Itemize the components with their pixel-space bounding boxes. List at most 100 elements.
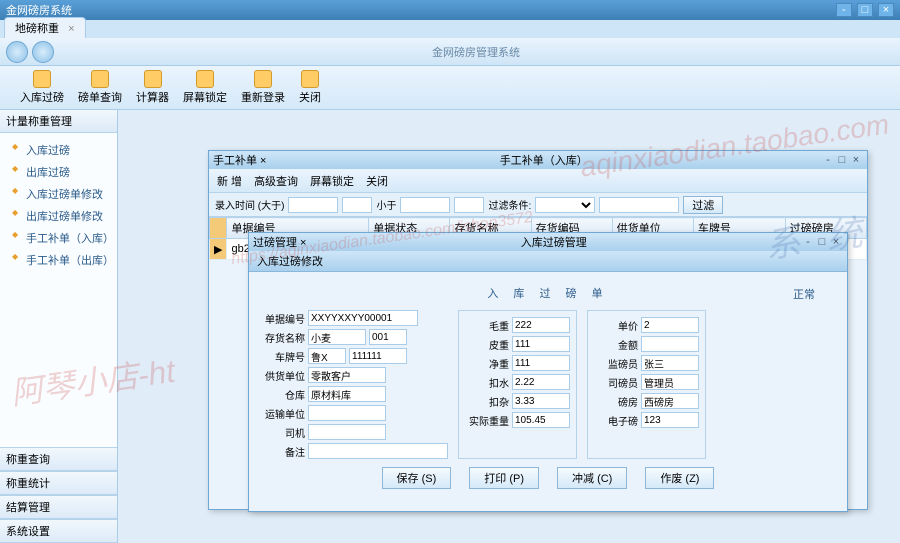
fld-jianbang[interactable] bbox=[641, 355, 699, 371]
form-panel: 入 库 过 磅 单 正常 单据编号 存货名称 车牌号 供货单位 仓库 运输单位 … bbox=[249, 272, 847, 501]
btn-deduct[interactable]: 冲减 (C) bbox=[557, 467, 627, 489]
sidebar-group[interactable]: 结算管理 bbox=[0, 495, 117, 519]
tb-relogin[interactable]: 重新登录 bbox=[241, 70, 285, 105]
tree-node[interactable]: 手工补单（出库） bbox=[4, 249, 113, 271]
btn-close[interactable]: 关闭 bbox=[366, 173, 388, 189]
btn-void[interactable]: 作废 (Z) bbox=[645, 467, 714, 489]
fld-bangfang[interactable] bbox=[641, 393, 699, 409]
lock-icon bbox=[196, 70, 214, 88]
filter-row: 录入时间 (大于) 小于 过滤条件: 过滤 bbox=[209, 193, 867, 217]
tree-node[interactable]: 出库过磅 bbox=[4, 161, 113, 183]
sidebar-group[interactable]: 称重统计 bbox=[0, 471, 117, 495]
fld-shiji[interactable] bbox=[512, 412, 570, 428]
sidebar-group[interactable]: 称重查询 bbox=[0, 447, 117, 471]
tree-node[interactable]: 出库过磅单修改 bbox=[4, 205, 113, 227]
sidebar: 计量称重管理 入库过磅 出库过磅 入库过磅单修改 出库过磅单修改 手工补单（入库… bbox=[0, 110, 118, 543]
btn-advquery[interactable]: 高级查询 bbox=[254, 173, 298, 189]
fld-koushui[interactable] bbox=[512, 374, 570, 390]
relogin-icon bbox=[254, 70, 272, 88]
minimize-icon[interactable]: - bbox=[801, 236, 815, 248]
close-icon[interactable]: × bbox=[878, 3, 894, 17]
fld-siji[interactable] bbox=[308, 424, 386, 440]
nav-bar: 金网磅房管理系统 bbox=[0, 38, 900, 66]
filter-field[interactable] bbox=[535, 197, 595, 213]
btn-lock[interactable]: 屏幕锁定 bbox=[310, 173, 354, 189]
maximize-icon[interactable]: □ bbox=[835, 154, 849, 166]
filter-value[interactable] bbox=[599, 197, 679, 213]
minimize-icon[interactable]: - bbox=[836, 3, 852, 17]
app-title: 金网磅房系统 bbox=[6, 2, 72, 18]
win2-tab: 过磅管理 bbox=[253, 237, 297, 249]
fld-beizhu[interactable] bbox=[308, 443, 448, 459]
tb-close[interactable]: 关闭 bbox=[299, 70, 321, 105]
query-icon bbox=[91, 70, 109, 88]
inbound-icon bbox=[33, 70, 51, 88]
dialog-buttons: 保存 (S) 打印 (P) 冲减 (C) 作废 (Z) bbox=[261, 459, 835, 493]
maximize-icon[interactable]: □ bbox=[815, 236, 829, 248]
time-from[interactable] bbox=[342, 197, 372, 213]
tab-close-icon[interactable]: × bbox=[68, 23, 74, 35]
tb-calculator[interactable]: 计算器 bbox=[136, 70, 169, 105]
win2-title: 入库过磅管理 bbox=[521, 234, 587, 250]
tb-lock[interactable]: 屏幕锁定 bbox=[183, 70, 227, 105]
fld-jingzhong[interactable] bbox=[512, 355, 570, 371]
sidebar-group-active[interactable]: 计量称重管理 bbox=[0, 110, 117, 133]
fld-gonghuo[interactable] bbox=[308, 367, 386, 383]
fld-maozhong[interactable] bbox=[512, 317, 570, 333]
win1-toolbar: 新 增 高级查询 屏幕锁定 关闭 bbox=[209, 169, 867, 193]
row-indicator: ▶ bbox=[210, 239, 227, 260]
btn-save[interactable]: 保存 (S) bbox=[382, 467, 452, 489]
sidebar-group[interactable]: 系统设置 bbox=[0, 519, 117, 543]
fld-pizhong[interactable] bbox=[512, 336, 570, 352]
filter-button[interactable]: 过滤 bbox=[683, 196, 723, 214]
maximize-icon[interactable]: □ bbox=[857, 3, 873, 17]
fld-jine[interactable] bbox=[641, 336, 699, 352]
tree-node[interactable]: 手工补单（入库） bbox=[4, 227, 113, 249]
fld-cangku[interactable] bbox=[308, 386, 386, 402]
app-title-bar: 金网磅房系统 - □ × bbox=[0, 0, 900, 20]
main-tab-strip: 地磅称重 × bbox=[0, 20, 900, 38]
row-selector-header bbox=[210, 218, 227, 239]
fld-yunshu[interactable] bbox=[308, 405, 386, 421]
tree-node[interactable]: 入库过磅单修改 bbox=[4, 183, 113, 205]
fld-danjia[interactable] bbox=[641, 317, 699, 333]
nav-forward-button[interactable] bbox=[32, 41, 54, 63]
section-title: 入库过磅修改 bbox=[249, 251, 847, 272]
tree-node[interactable]: 入库过磅 bbox=[4, 139, 113, 161]
win1-titlebar[interactable]: 手工补单 × 手工补单（入库） -□× bbox=[209, 151, 867, 169]
close-icon[interactable]: × bbox=[849, 154, 863, 166]
nav-back-button[interactable] bbox=[6, 41, 28, 63]
mdi-title-nav: 金网磅房管理系统 bbox=[58, 44, 894, 60]
fld-chepai-num[interactable] bbox=[349, 348, 407, 364]
form-title: 入 库 过 磅 单 正常 bbox=[261, 280, 835, 310]
fld-cunhuo-code[interactable] bbox=[369, 329, 407, 345]
calculator-icon bbox=[144, 70, 162, 88]
tb-inbound[interactable]: 入库过磅 bbox=[20, 70, 64, 105]
lbl-time-gt: 录入时间 (大于) bbox=[215, 197, 284, 212]
minimize-icon[interactable]: - bbox=[821, 154, 835, 166]
fld-sibang[interactable] bbox=[641, 374, 699, 390]
win2-titlebar[interactable]: 过磅管理 × 入库过磅管理 -□× bbox=[249, 233, 847, 251]
fld-danju-no[interactable] bbox=[308, 310, 418, 326]
lbl-lt: 小于 bbox=[376, 197, 396, 212]
fld-dianzi[interactable] bbox=[641, 412, 699, 428]
main-tab-label: 地磅称重 bbox=[15, 23, 59, 35]
close-icon[interactable]: × bbox=[829, 236, 843, 248]
fld-kouza[interactable] bbox=[512, 393, 570, 409]
date-from[interactable] bbox=[288, 197, 338, 213]
main-toolbar: 入库过磅 磅单查询 计算器 屏幕锁定 重新登录 关闭 bbox=[0, 66, 900, 110]
btn-print[interactable]: 打印 (P) bbox=[469, 467, 539, 489]
win-edit-weigh: 过磅管理 × 入库过磅管理 -□× 入库过磅修改 入 库 过 磅 单 正常 单据… bbox=[248, 232, 848, 512]
mdi-area: 手工补单 × 手工补单（入库） -□× 新 增 高级查询 屏幕锁定 关闭 录入时… bbox=[118, 110, 900, 543]
lbl-cond: 过滤条件: bbox=[488, 197, 531, 212]
fld-chepai-prov[interactable] bbox=[308, 348, 346, 364]
main-tab[interactable]: 地磅称重 × bbox=[4, 17, 86, 38]
status-label: 正常 bbox=[793, 286, 815, 302]
tb-query[interactable]: 磅单查询 bbox=[78, 70, 122, 105]
time-to[interactable] bbox=[454, 197, 484, 213]
fld-cunhuo[interactable] bbox=[308, 329, 366, 345]
date-to[interactable] bbox=[400, 197, 450, 213]
btn-new[interactable]: 新 增 bbox=[217, 173, 242, 189]
window-controls: - □ × bbox=[834, 3, 894, 17]
sidebar-tree: 入库过磅 出库过磅 入库过磅单修改 出库过磅单修改 手工补单（入库） 手工补单（… bbox=[0, 133, 117, 447]
